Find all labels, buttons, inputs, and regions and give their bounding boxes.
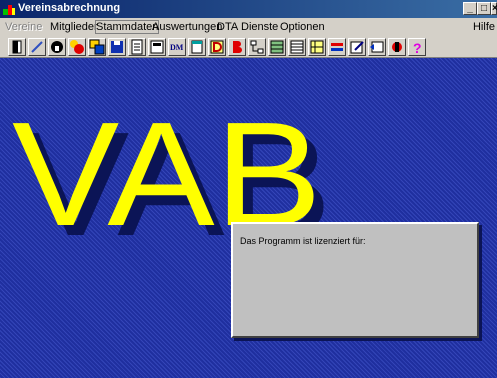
- list-icon[interactable]: [288, 38, 306, 56]
- tree-chart-icon[interactable]: [248, 38, 266, 56]
- calculator-icon[interactable]: [148, 38, 166, 56]
- menu-stammdaten[interactable]: Stammdaten: [94, 20, 160, 34]
- menu-mitglieder[interactable]: Mitglieder: [50, 21, 98, 33]
- bank-transfer-icon[interactable]: [368, 38, 386, 56]
- menu-dienste[interactable]: Dienste: [241, 21, 278, 33]
- dm-currency-icon[interactable]: DM: [168, 38, 186, 56]
- transfer-arrows-icon[interactable]: [328, 38, 346, 56]
- title-bar[interactable]: Vereinsabrechnung _ □ ×: [0, 0, 497, 18]
- exit-door-icon[interactable]: [8, 38, 26, 56]
- menu-dta[interactable]: DTA: [217, 21, 238, 33]
- close-button[interactable]: ×: [491, 2, 497, 15]
- svg-text:DM: DM: [170, 43, 184, 52]
- svg-text:?: ?: [413, 40, 422, 55]
- save-disk-icon[interactable]: [108, 38, 126, 56]
- notepad-icon[interactable]: [188, 38, 206, 56]
- license-label: Das Programm ist lizenziert für:: [240, 236, 366, 246]
- app-icon: [3, 5, 15, 15]
- help-icon[interactable]: ?: [408, 38, 426, 56]
- menu-auswertungen[interactable]: Auswertungen: [152, 21, 222, 33]
- menu-optionen[interactable]: Optionen: [280, 21, 325, 33]
- tools-icon[interactable]: [388, 38, 406, 56]
- balls-icon[interactable]: [68, 38, 86, 56]
- minimize-button[interactable]: _: [463, 2, 477, 15]
- windows-icon[interactable]: [88, 38, 106, 56]
- maximize-button[interactable]: □: [477, 2, 491, 15]
- pen-icon[interactable]: [28, 38, 46, 56]
- menu-bar: Vereine Mitglieder Stammdaten Auswertung…: [0, 18, 497, 36]
- menu-hilfe[interactable]: Hilfe: [473, 21, 495, 33]
- document-icon[interactable]: [128, 38, 146, 56]
- edit-icon[interactable]: [348, 38, 366, 56]
- lock-icon[interactable]: [48, 38, 66, 56]
- window-title: Vereinsabrechnung: [18, 2, 121, 14]
- menu-vereine[interactable]: Vereine: [5, 21, 42, 33]
- toolbar: DM ?: [0, 36, 497, 58]
- d-table-icon[interactable]: [208, 38, 226, 56]
- letter-b-icon[interactable]: [228, 38, 246, 56]
- grid-icon[interactable]: [308, 38, 326, 56]
- license-panel: Das Programm ist lizenziert für:: [231, 222, 479, 338]
- sheet-icon[interactable]: [268, 38, 286, 56]
